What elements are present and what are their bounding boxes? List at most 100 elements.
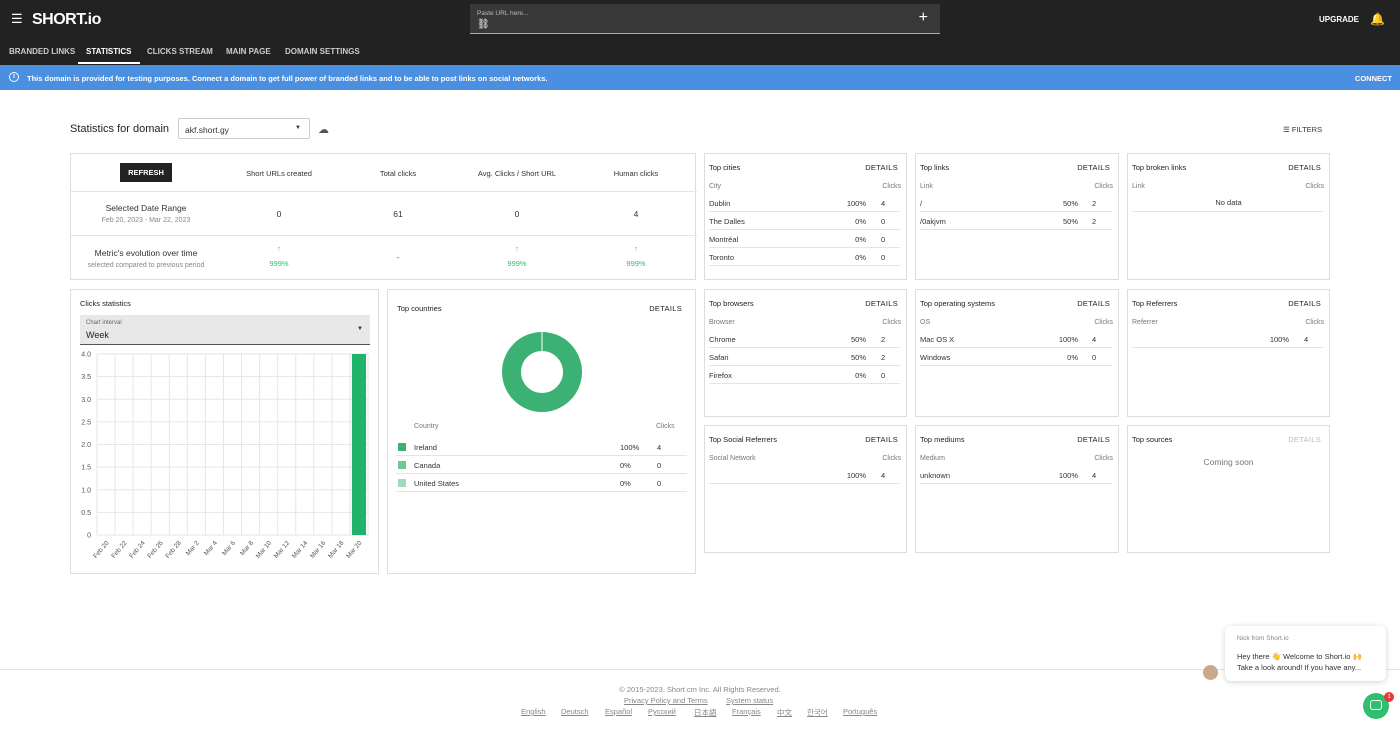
details-button[interactable]: DETAILS — [1077, 435, 1110, 444]
bell-icon[interactable]: 🔔 — [1370, 12, 1385, 26]
x-tick-label: Mar 16 — [309, 539, 328, 559]
row-clicks: 0 — [881, 217, 886, 226]
table-row[interactable]: unknown 100% 4 — [920, 466, 1112, 484]
row-label: Safari — [709, 353, 729, 362]
tab-clicks-stream[interactable]: CLICKS STREAM — [147, 47, 213, 56]
row-percent: 100% — [1269, 335, 1289, 344]
table-row[interactable]: Firefox 0% 0 — [709, 366, 900, 384]
panel-title: Top Social Referrers — [709, 435, 777, 444]
lang-link[interactable]: Русский — [648, 707, 676, 716]
upgrade-button[interactable]: UPGRADE — [1319, 15, 1359, 24]
x-tick-label: Mar 2 — [185, 539, 201, 557]
table-row[interactable]: Dublin 100% 4 — [709, 194, 900, 212]
table-row[interactable]: Montréal 0% 0 — [709, 230, 900, 248]
tab-domain-settings[interactable]: DOMAIN SETTINGS — [285, 47, 360, 56]
cloud-download-icon[interactable]: ☁ — [318, 123, 329, 136]
interval-label: Chart interval — [86, 320, 122, 326]
details-button[interactable]: DETAILS — [649, 304, 682, 313]
top-sources-panel: Top sources DETAILS Coming soon — [1127, 425, 1330, 553]
details-button[interactable]: DETAILS — [865, 435, 898, 444]
lang-link[interactable]: English — [521, 707, 546, 716]
connect-button[interactable]: CONNECT — [1355, 74, 1392, 83]
x-tick-label: Feb 26 — [146, 540, 165, 560]
panel-title: Top cities — [709, 163, 741, 172]
chat-popup[interactable]: Nick from Short.io Hey there 👋 Welcome t… — [1225, 626, 1386, 681]
row-clicks: 4 — [1304, 335, 1309, 344]
column-header: Country — [414, 423, 439, 430]
x-tick-label: Mar 10 — [255, 539, 274, 559]
system-status-link[interactable]: System status — [726, 696, 773, 705]
arrow-up-icon: ↑ — [634, 244, 638, 253]
table-row[interactable]: Canada 0% 0 — [396, 456, 687, 474]
panel-title: Top operating systems — [920, 299, 996, 308]
domain-select[interactable]: akf.short.gy ▼ — [178, 118, 310, 139]
bar[interactable] — [351, 354, 366, 535]
country-clicks: 4 — [657, 443, 662, 452]
countries-donut-chart — [502, 332, 582, 412]
evolution-label: Metric's evolution over time — [94, 248, 198, 258]
row-percent: 100% — [846, 199, 866, 208]
table-row[interactable]: /0akjvm 50% 2 — [920, 212, 1112, 230]
panel-title: Top Referrers — [1132, 299, 1178, 308]
add-icon[interactable]: + — [919, 9, 928, 27]
panel-title: Top countries — [397, 304, 442, 313]
chart-interval-select[interactable]: Chart interval Week ▼ — [80, 315, 370, 345]
column-header: Clicks — [882, 319, 901, 326]
row-percent: 0% — [855, 253, 866, 262]
table-row[interactable]: Toronto 0% 0 — [709, 248, 900, 266]
info-icon: i — [9, 72, 19, 82]
table-row[interactable]: United States 0% 0 — [396, 474, 687, 492]
row-label: unknown — [920, 471, 951, 480]
value-human-clicks: 4 — [633, 209, 639, 219]
lang-link[interactable]: 한국어 — [807, 707, 828, 718]
details-button[interactable]: DETAILS — [1288, 163, 1321, 172]
url-input[interactable]: Paste URL here... ⛓ + — [470, 4, 940, 34]
details-button[interactable]: DETAILS — [865, 163, 898, 172]
info-banner: i This domain is provided for testing pu… — [0, 65, 1400, 90]
table-row[interactable]: 100% 4 — [709, 466, 900, 484]
lang-link[interactable]: Deutsch — [561, 707, 589, 716]
privacy-link[interactable]: Privacy Policy and Terms — [624, 696, 708, 705]
column-header: Clicks — [882, 183, 901, 190]
y-tick-label: 0.5 — [81, 510, 91, 517]
lang-link[interactable]: Español — [605, 707, 632, 716]
tab-statistics[interactable]: STATISTICS — [86, 47, 131, 56]
table-row[interactable]: Ireland 100% 4 — [396, 438, 687, 456]
row-clicks: 4 — [881, 471, 886, 480]
table-row[interactable]: Safari 50% 2 — [709, 348, 900, 366]
evolution-avg-clicks: 999% — [507, 259, 527, 268]
country-percent: 0% — [620, 461, 631, 470]
url-placeholder: Paste URL here... — [477, 10, 529, 17]
row-percent: 0% — [855, 217, 866, 226]
tab-main-page[interactable]: MAIN PAGE — [226, 47, 271, 56]
table-row[interactable]: 100% 4 — [1132, 330, 1323, 348]
notification-badge: 1 — [1384, 692, 1394, 702]
country-clicks: 0 — [657, 461, 662, 470]
evolution-human-clicks: 999% — [626, 259, 646, 268]
panel-title: Top links — [920, 163, 950, 172]
refresh-button[interactable]: REFRESH — [120, 163, 172, 182]
details-button[interactable]: DETAILS — [865, 299, 898, 308]
details-button[interactable]: DETAILS — [1288, 299, 1321, 308]
table-row[interactable]: Chrome 50% 2 — [709, 330, 900, 348]
tab-branded-links[interactable]: BRANDED LINKS — [9, 47, 75, 56]
x-tick-label: Feb 24 — [128, 540, 147, 560]
lang-link[interactable]: 日本語 — [694, 707, 717, 718]
table-row[interactable]: The Dalles 0% 0 — [709, 212, 900, 230]
row-percent: 0% — [855, 235, 866, 244]
lang-link[interactable]: Português — [843, 707, 877, 716]
table-row[interactable]: / 50% 2 — [920, 194, 1112, 212]
details-button[interactable]: DETAILS — [1077, 163, 1110, 172]
table-row[interactable]: Windows 0% 0 — [920, 348, 1112, 366]
lang-link[interactable]: 中文 — [777, 707, 792, 718]
table-row[interactable]: Mac OS X 100% 4 — [920, 330, 1112, 348]
filters-button[interactable]: ☰ FILTERS — [1283, 125, 1322, 134]
logo[interactable]: SHORT.io — [32, 11, 101, 29]
column-header: Clicks — [1094, 455, 1113, 462]
details-button[interactable]: DETAILS — [1077, 299, 1110, 308]
menu-icon[interactable]: ☰ — [11, 12, 23, 25]
column-header: City — [709, 183, 722, 190]
chat-sender: Nick from Short.io — [1237, 635, 1289, 642]
row-clicks: 0 — [881, 253, 886, 262]
lang-link[interactable]: Français — [732, 707, 761, 716]
